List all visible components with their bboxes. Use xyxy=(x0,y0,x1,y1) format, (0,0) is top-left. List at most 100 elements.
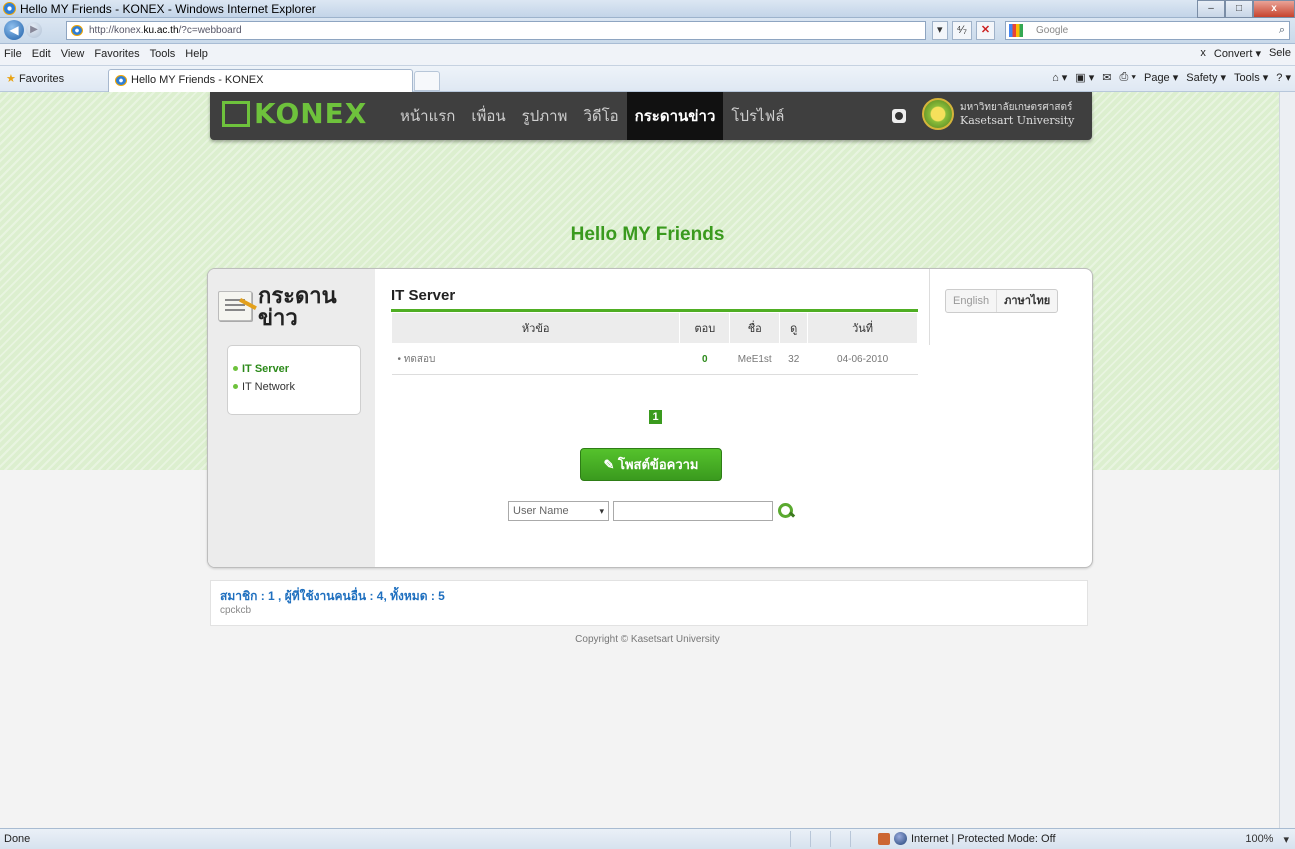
author-name[interactable]: MeE1st xyxy=(729,343,780,375)
protected-mode-icon xyxy=(878,832,890,845)
logo-text: KONEX xyxy=(254,97,368,130)
tab-title: Hello MY Friends - KONEX xyxy=(131,74,264,86)
member-stats: สมาชิก : 1 , ผู้ที่ใช้งานคนอื่น : 4, ทั้… xyxy=(220,589,445,603)
search-field-value: User Name xyxy=(513,505,569,517)
logo-square-icon xyxy=(222,101,250,127)
tab-hello-my-friends[interactable]: Hello MY Friends - KONEX xyxy=(108,69,413,92)
page-title: Hello MY Friends xyxy=(570,224,725,245)
nav-webboard[interactable]: กระดานข่าว xyxy=(626,92,724,140)
table-row[interactable]: • ทดสอบ 0 MeE1st 32 04-06-2010 xyxy=(391,343,918,375)
address-controls: ▾ ⁴⁄₇ ✕ xyxy=(932,21,996,40)
pencil-icon: ✎ xyxy=(603,457,618,472)
page-number[interactable]: 1 xyxy=(649,410,662,424)
online-user[interactable]: cpckcb xyxy=(220,605,251,616)
stop-button[interactable]: ✕ xyxy=(975,21,996,40)
refresh-button[interactable]: ⁴⁄₇ xyxy=(951,21,972,40)
home-button[interactable]: ⌂ ▾ xyxy=(1052,71,1067,84)
board-notepad-icon xyxy=(218,291,252,321)
close-toolbar-button[interactable]: x xyxy=(1200,47,1206,60)
safety-menu-button[interactable]: Safety ▾ xyxy=(1186,71,1226,84)
forum-title: IT Server xyxy=(391,287,456,304)
maximize-button[interactable]: □ xyxy=(1225,0,1253,18)
window-title: Hello MY Friends - KONEX - Windows Inter… xyxy=(20,2,316,16)
col-date: วันที่ xyxy=(807,312,918,344)
favorites-bar: ★ Favorites Hello MY Friends - KONEX ⌂ ▾… xyxy=(0,66,1295,92)
forward-button[interactable]: ▶ xyxy=(26,22,42,38)
globe-icon xyxy=(894,832,907,845)
search-field-select[interactable]: User Name ▾ xyxy=(508,501,609,521)
tab-page-icon xyxy=(115,75,127,86)
board-heading: กระดานข่าว xyxy=(218,285,368,333)
favorites-button[interactable]: ★ Favorites xyxy=(6,72,64,85)
menu-file[interactable]: File xyxy=(4,48,22,60)
col-views: ดู xyxy=(779,312,809,344)
ie-app-icon xyxy=(3,2,16,15)
search-placeholder: Google xyxy=(1036,25,1069,36)
copyright: Copyright © Kasetsart University xyxy=(575,634,720,645)
back-button[interactable]: ◀ xyxy=(4,20,24,40)
address-dropdown-button[interactable]: ▾ xyxy=(932,21,948,40)
window-titlebar: Hello MY Friends - KONEX - Windows Inter… xyxy=(0,0,1295,18)
site-navbar: KONEX หน้าแรก เพื่อน รูปภาพ วิดีโอ กระดา… xyxy=(210,92,1092,140)
address-input[interactable]: http://konex.ku.ac.th/?c=webboard xyxy=(66,21,926,40)
security-zone[interactable]: Internet | Protected Mode: Off xyxy=(878,832,1056,845)
category-list: IT Server IT Network xyxy=(227,345,361,415)
board-title: กระดานข่าว xyxy=(258,283,337,330)
select-button[interactable]: Sele xyxy=(1269,47,1291,60)
menu-favorites[interactable]: Favorites xyxy=(94,48,139,60)
command-bar: ⌂ ▾ ▣ ▾ ✉ ⎙ ▾ Page ▾ Safety ▾ Tools ▾ ? … xyxy=(1052,71,1291,84)
search-icon[interactable] xyxy=(777,502,795,520)
convert-button[interactable]: Convert ▾ xyxy=(1214,47,1261,60)
category-it-server[interactable]: IT Server xyxy=(228,360,360,378)
konex-logo[interactable]: KONEX xyxy=(222,97,368,130)
col-replies: ตอบ xyxy=(679,312,731,344)
minimize-button[interactable]: – xyxy=(1197,0,1225,18)
nav-videos[interactable]: วิดีโอ xyxy=(575,92,626,140)
university-brand[interactable]: มหาวิทยาลัยเกษตรศาสตร์ Kasetsart Univers… xyxy=(922,98,1074,130)
feeds-button[interactable]: ▣ ▾ xyxy=(1075,71,1094,84)
status-bar: Done Internet | Protected Mode: Off 100%… xyxy=(0,828,1295,849)
menu-view[interactable]: View xyxy=(61,48,85,60)
nav-photos[interactable]: รูปภาพ xyxy=(514,92,576,140)
mail-button[interactable]: ✉ xyxy=(1102,71,1111,84)
url-suffix: /?c=webboard xyxy=(178,25,242,36)
post-message-button[interactable]: ✎ โพสต์ข้อความ xyxy=(580,448,722,481)
board-search-input[interactable] xyxy=(613,501,773,521)
topic-link[interactable]: • ทดสอบ xyxy=(391,343,680,375)
lang-thai[interactable]: ภาษาไทย xyxy=(997,290,1057,312)
zone-text: Internet | Protected Mode: Off xyxy=(911,832,1056,845)
category-it-network[interactable]: IT Network xyxy=(228,378,360,396)
page-menu-button[interactable]: Page ▾ xyxy=(1144,71,1178,84)
view-count: 32 xyxy=(779,343,808,375)
language-panel: English ภาษาไทย xyxy=(929,269,1092,345)
nav-home[interactable]: หน้าแรก xyxy=(392,92,463,140)
lang-english[interactable]: English xyxy=(946,290,998,312)
search-input[interactable]: Google ⌕ xyxy=(1005,21,1290,40)
menu-tools[interactable]: Tools xyxy=(150,48,176,60)
favorites-label: Favorites xyxy=(18,73,65,85)
star-icon: ★ xyxy=(6,73,16,85)
search-row: User Name ▾ xyxy=(508,501,795,521)
zoom-control[interactable]: 100% ▾ xyxy=(1245,833,1289,846)
new-tab-button[interactable] xyxy=(414,71,440,91)
search-icon[interactable]: ⌕ xyxy=(1279,22,1285,39)
nav-friends[interactable]: เพื่อน xyxy=(463,92,513,140)
online-stats: สมาชิก : 1 , ผู้ที่ใช้งานคนอื่น : 4, ทั้… xyxy=(210,580,1088,626)
print-button[interactable]: ⎙ ▾ xyxy=(1120,71,1136,84)
tools-menu-button[interactable]: Tools ▾ xyxy=(1234,71,1268,84)
nav-profile[interactable]: โปรไฟล์ xyxy=(723,92,792,140)
university-names: มหาวิทยาลัยเกษตรศาสตร์ Kasetsart Univers… xyxy=(960,101,1074,127)
vertical-scrollbar[interactable] xyxy=(1279,92,1295,828)
menu-help[interactable]: Help xyxy=(185,48,208,60)
zoom-dropdown-icon: ▾ xyxy=(1283,834,1289,846)
url-prefix: http://konex. xyxy=(89,25,144,36)
close-button[interactable]: x xyxy=(1253,0,1295,18)
menu-edit[interactable]: Edit xyxy=(32,48,51,60)
help-menu-button[interactable]: ? ▾ xyxy=(1276,71,1291,84)
status-separators xyxy=(790,831,870,847)
menu-bar: File Edit View Favorites Tools Help x Co… xyxy=(0,44,1295,66)
chevron-down-icon: ▾ xyxy=(599,506,604,516)
language-switcher: English ภาษาไทย xyxy=(945,289,1059,313)
nav-extra-icon[interactable] xyxy=(892,109,906,123)
university-seal-icon xyxy=(922,98,954,130)
